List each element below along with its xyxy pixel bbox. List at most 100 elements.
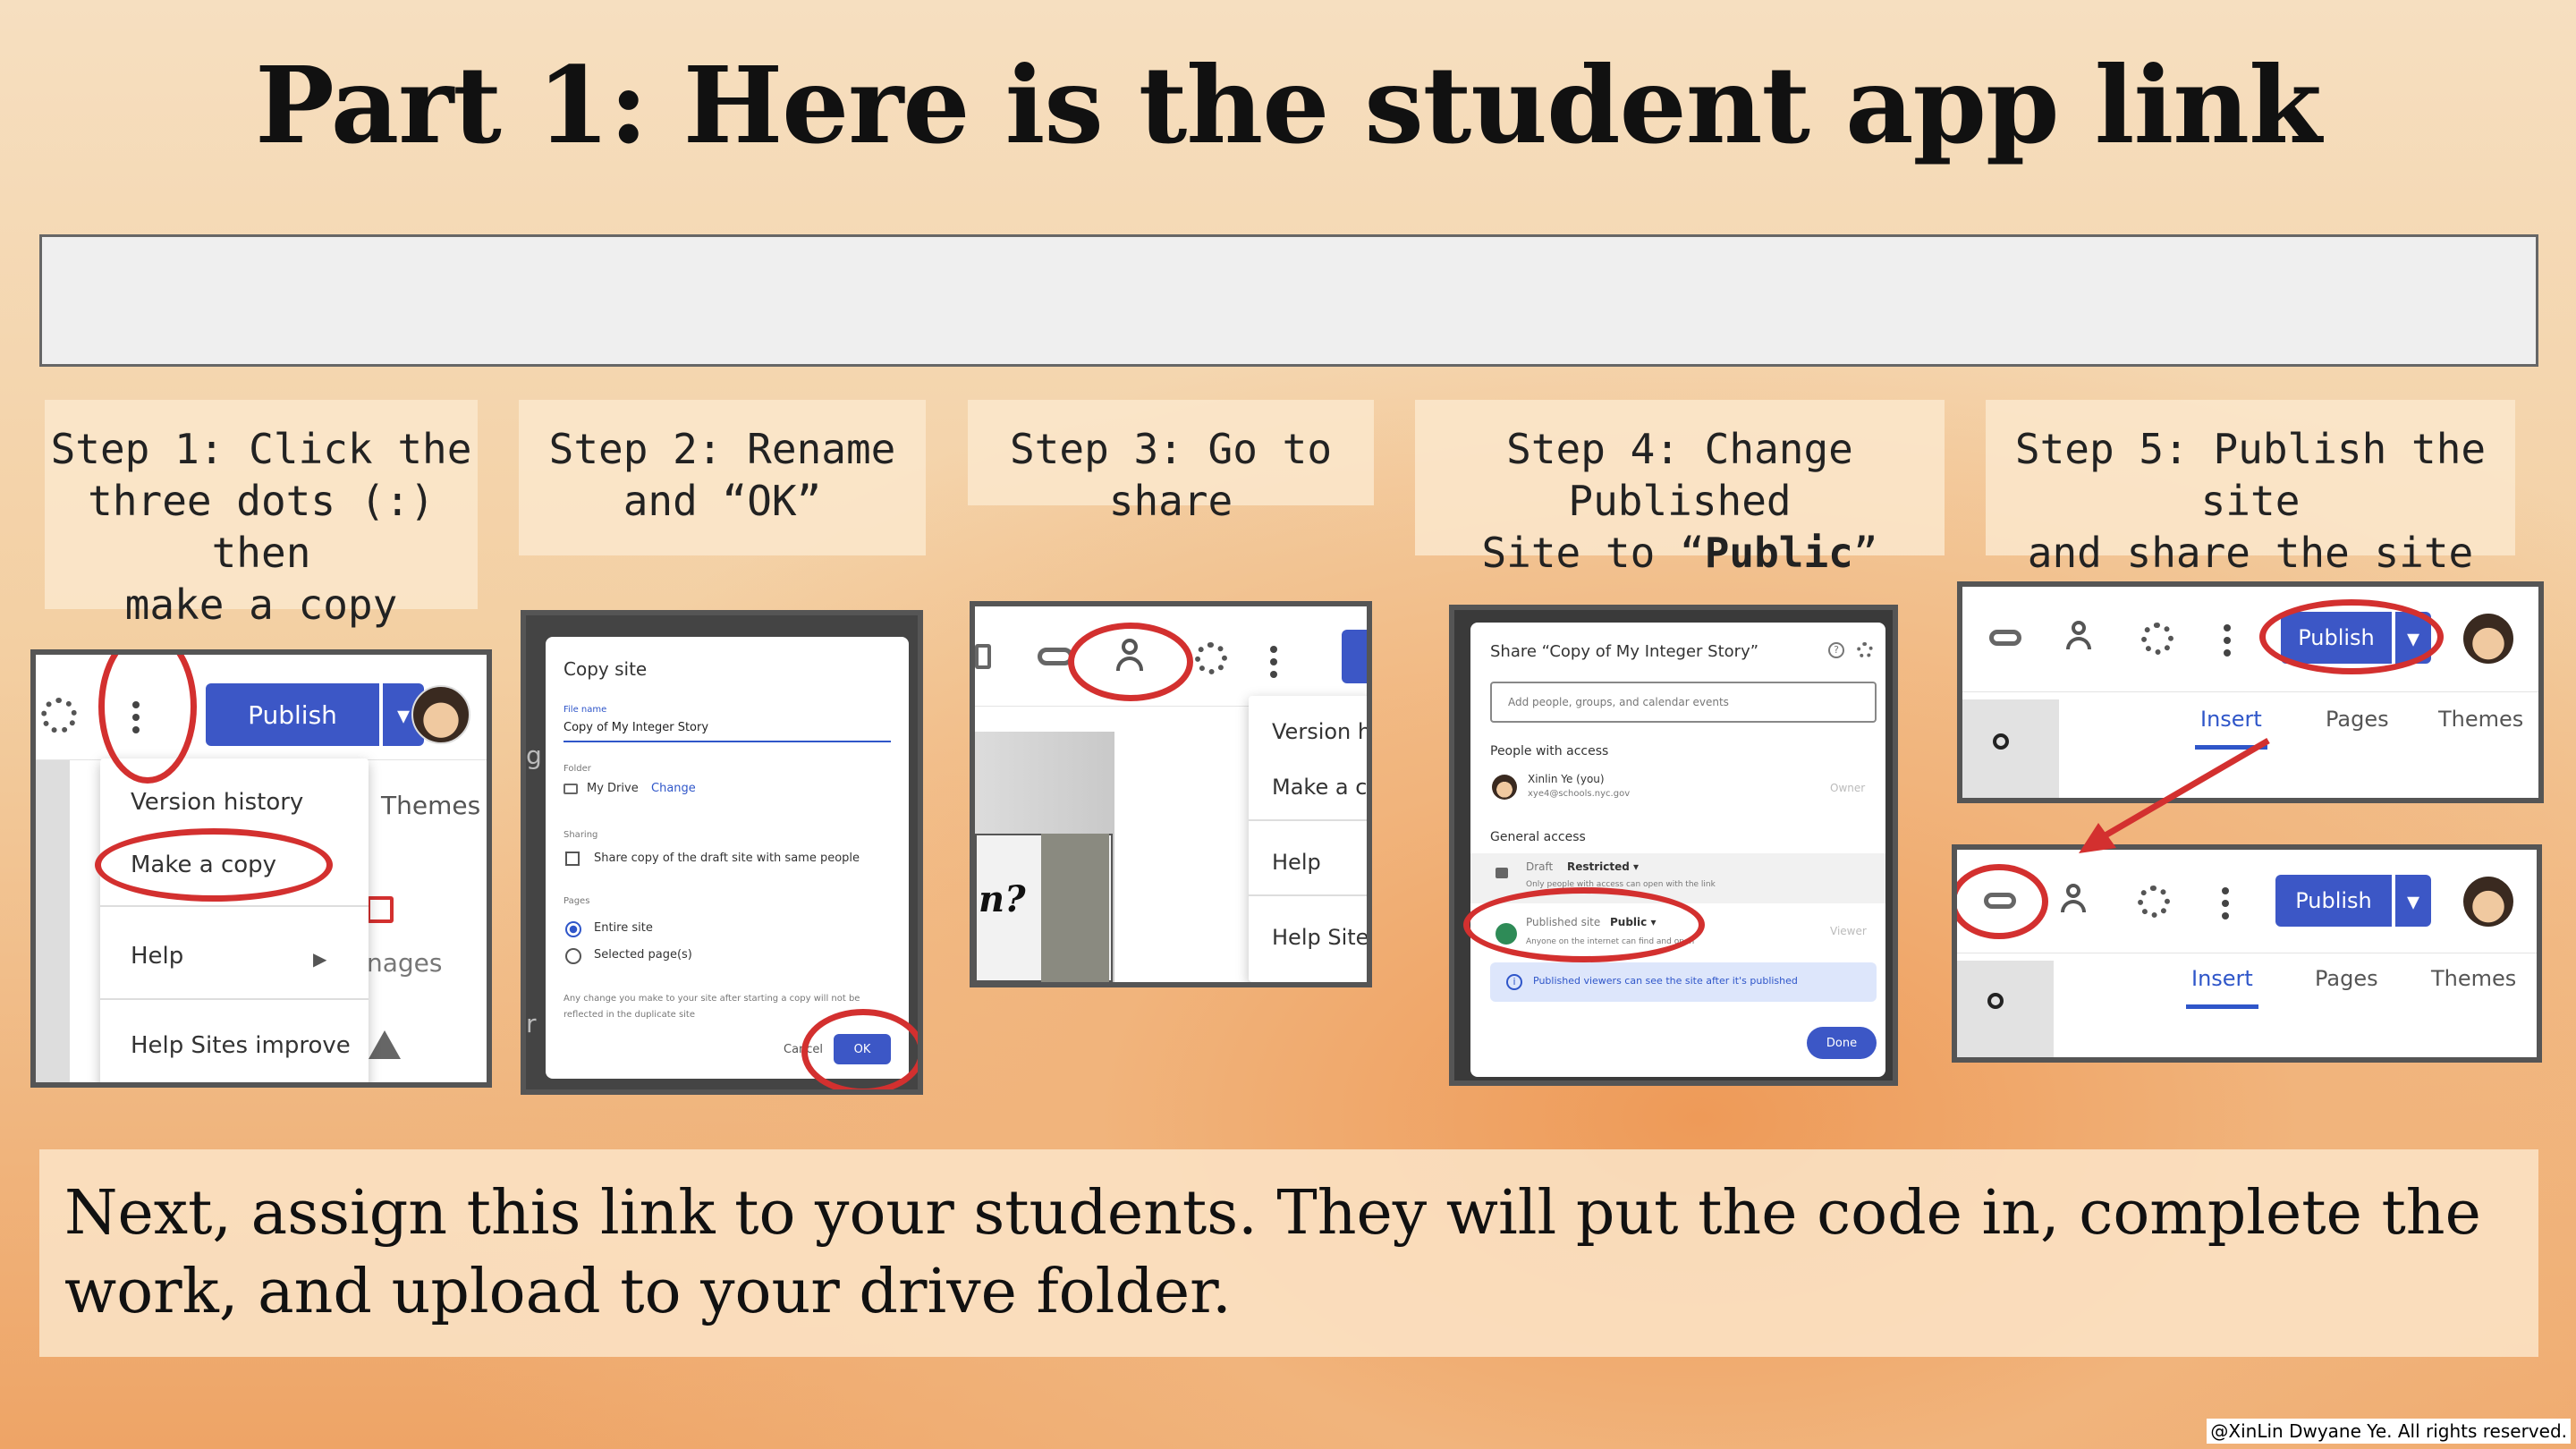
step-4-screenshot: Share “Copy of My Integer Story” ? Add p… [1449, 605, 1898, 1086]
step-2-line-1: Step 2: Rename [548, 425, 896, 473]
publish-button[interactable]: Publish [206, 683, 379, 746]
page-thumbnail [1962, 699, 2059, 798]
more-vert-icon[interactable] [1270, 646, 1277, 678]
search-icon[interactable] [1987, 993, 2004, 1009]
photo-thumbnail [1041, 834, 1109, 982]
gear-icon[interactable] [1195, 642, 1227, 674]
dialog-title: Share “Copy of My Integer Story” [1490, 642, 1759, 661]
info-icon: i [1506, 974, 1522, 990]
add-person-icon[interactable] [2066, 621, 2098, 653]
tab-pages[interactable]: Pages [2326, 707, 2389, 732]
avatar[interactable] [2463, 614, 2513, 664]
owner-role: Owner [1830, 782, 1866, 794]
highlight-circle [801, 1009, 918, 1089]
folder-icon [564, 784, 578, 794]
draft-access-dropdown[interactable]: Restricted ▾ [1567, 860, 1639, 873]
tab-themes[interactable]: Themes [2431, 966, 2516, 991]
publish-button[interactable]: Publish [2275, 875, 2392, 927]
draft-label: Draft [1526, 860, 1554, 873]
gear-icon[interactable] [41, 698, 77, 733]
submenu-arrow-icon: ▶ [313, 948, 327, 970]
step-3-line-1: Step 3: Go to share [1009, 425, 1333, 525]
red-arrow [2079, 737, 2270, 853]
page-thumbnail [36, 760, 70, 1082]
step-4-line-1: Step 4: Change Published [1506, 425, 1853, 525]
gear-icon[interactable] [1857, 642, 1873, 658]
file-name-input[interactable]: Copy of My Integer Story [564, 721, 891, 742]
menu-item-help-sites[interactable]: Help Sites [1272, 925, 1367, 950]
images-label: nages [367, 948, 443, 978]
entire-site-radio[interactable] [565, 921, 581, 937]
step-1-label: Step 1: Click the three dots (:) then ma… [45, 400, 478, 629]
step-1-screenshot: Publish ▾ Themes nages Version history M… [30, 649, 492, 1088]
add-people-input[interactable]: Add people, groups, and calendar events [1490, 682, 1877, 723]
done-button[interactable]: Done [1807, 1027, 1877, 1059]
menu-item-make-a-copy[interactable]: Make a co [1272, 775, 1367, 800]
step-5-line-1: Step 5: Publish the site [2014, 425, 2487, 525]
selected-pages-label: Selected page(s) [594, 948, 692, 962]
tab-insert[interactable]: Insert [2195, 707, 2267, 750]
gear-icon[interactable] [2141, 623, 2174, 655]
step-1-line-1: Step 1: Click the [50, 425, 472, 473]
info-text: Published viewers can see the site after… [1533, 975, 1798, 987]
tab-pages[interactable]: Pages [2315, 966, 2378, 991]
copyright-notice: @XinLin Dwyane Ye. All rights reserved. [2207, 1419, 2571, 1444]
publish-button[interactable] [1342, 630, 1367, 683]
student-app-link-box[interactable] [39, 234, 2538, 367]
help-icon[interactable]: ? [1828, 642, 1844, 658]
change-folder-link[interactable]: Change [651, 782, 696, 795]
user-email: xye4@schools.nyc.gov [1528, 789, 1631, 799]
viewer-role: Viewer [1830, 925, 1867, 937]
menu-divider [100, 998, 369, 1000]
image-icon [367, 896, 394, 923]
highlight-circle [1068, 623, 1193, 701]
tab-themes[interactable]: Themes [2438, 707, 2523, 732]
people-with-access-heading: People with access [1490, 744, 1609, 758]
search-icon[interactable] [1993, 733, 2009, 750]
background-glyph: g [526, 741, 542, 770]
avatar[interactable] [411, 685, 470, 744]
file-name-label: File name [564, 705, 607, 715]
step-2-label: Step 2: Rename and “OK” [519, 400, 926, 555]
tab-themes[interactable]: Themes [381, 791, 480, 820]
add-person-icon[interactable] [2061, 884, 2093, 916]
more-vert-icon[interactable] [2222, 887, 2229, 919]
gear-icon[interactable] [2138, 886, 2170, 918]
avatar[interactable] [2463, 877, 2513, 927]
menu-item-version-history[interactable]: Version hi [1272, 719, 1367, 744]
tab-insert[interactable]: Insert [2186, 966, 2258, 1009]
more-vert-icon[interactable] [2224, 624, 2231, 657]
instructions-text: Next, assign this link to your students.… [64, 1178, 2481, 1327]
general-access-heading: General access [1490, 830, 1586, 844]
link-icon[interactable] [1989, 630, 2021, 646]
instructions-box: Next, assign this link to your students.… [39, 1149, 2538, 1357]
pages-label: Pages [564, 896, 590, 906]
highlight-circle [2259, 599, 2444, 674]
menu-item-help[interactable]: Help [131, 943, 183, 970]
highlight-circle [1463, 887, 1705, 962]
step-1-line-2: three dots (:) then [88, 477, 435, 577]
lock-icon [1496, 868, 1508, 878]
sharing-label: Sharing [564, 830, 598, 840]
share-dialog: Share “Copy of My Integer Story” ? Add p… [1470, 623, 1885, 1077]
dialog-title: Copy site [564, 658, 648, 680]
highlight-circle [95, 828, 333, 902]
publish-dropdown-button[interactable]: ▾ [2395, 875, 2431, 927]
step-5-screenshot-bottom: Publish ▾ Insert Pages Themes [1952, 844, 2542, 1063]
step-1-line-3: make a copy [124, 580, 398, 629]
menu-item-help-sites-improve[interactable]: Help Sites improve [131, 1032, 351, 1059]
page-title: Part 1: Here is the student app link [255, 43, 2322, 167]
step-2-line-2: and “OK” [623, 477, 822, 525]
selected-pages-radio[interactable] [565, 948, 581, 964]
menu-divider [100, 905, 369, 907]
step-4-label: Step 4: Change Published Site to “Public… [1415, 400, 1945, 577]
avatar [1492, 775, 1517, 800]
share-copy-checkbox[interactable] [565, 852, 580, 866]
menu-item-help[interactable]: Help [1272, 850, 1321, 875]
share-copy-label: Share copy of the draft site with same p… [594, 852, 860, 865]
drive-icon [369, 1030, 401, 1059]
folder-name: My Drive [587, 782, 639, 795]
menu-item-version-history[interactable]: Version history [131, 789, 303, 816]
page-thumbnail [1957, 961, 2054, 1057]
step-2-screenshot: g r Copy site File name Copy of My Integ… [521, 610, 923, 1095]
